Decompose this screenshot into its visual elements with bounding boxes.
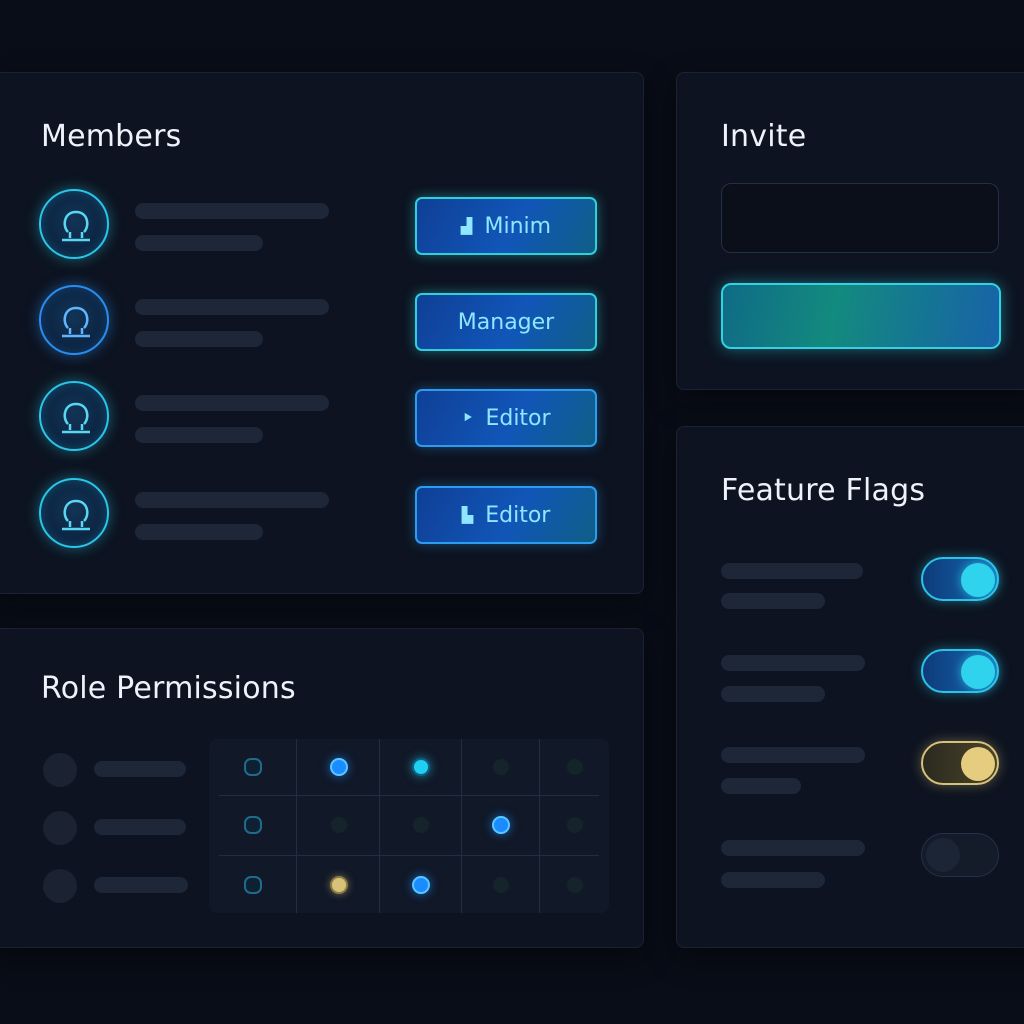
flag-toggle[interactable] bbox=[921, 741, 999, 785]
toggle-knob bbox=[961, 655, 995, 689]
invite-title: Invite bbox=[721, 119, 807, 154]
flag-desc-placeholder bbox=[721, 593, 825, 609]
permission-cell[interactable] bbox=[492, 816, 510, 834]
toggle-knob bbox=[961, 747, 995, 781]
members-title: Members bbox=[41, 119, 182, 154]
member-name-placeholder bbox=[135, 203, 329, 219]
permission-cell[interactable] bbox=[244, 758, 262, 776]
grid-divider bbox=[219, 795, 599, 796]
permission-cell[interactable] bbox=[567, 817, 583, 833]
role-avatar bbox=[43, 753, 77, 787]
lock-icon: ▟ bbox=[460, 217, 473, 235]
grid-divider bbox=[379, 739, 380, 913]
permission-cell[interactable] bbox=[331, 817, 347, 833]
member-email-placeholder bbox=[135, 427, 263, 443]
flag-name-placeholder bbox=[721, 747, 865, 763]
permission-cell[interactable] bbox=[412, 876, 430, 894]
member-row: Manager bbox=[39, 285, 599, 361]
avatar[interactable] bbox=[39, 285, 109, 355]
avatar[interactable] bbox=[39, 381, 109, 451]
role-label: Editor bbox=[485, 405, 551, 431]
permission-cell[interactable] bbox=[412, 758, 430, 776]
permissions-card: Role Permissions bbox=[0, 628, 644, 948]
permission-cell[interactable] bbox=[330, 876, 348, 894]
stamp-icon: ▙ bbox=[461, 506, 474, 524]
permission-cell[interactable] bbox=[413, 817, 429, 833]
member-name-placeholder bbox=[135, 395, 329, 411]
member-row: ▟ Minim bbox=[39, 189, 599, 265]
feature-flags-title: Feature Flags bbox=[721, 473, 926, 508]
permission-cell[interactable] bbox=[244, 816, 262, 834]
flag-toggle[interactable] bbox=[921, 557, 999, 601]
toggle-knob bbox=[961, 563, 995, 597]
feature-flags-card: Feature Flags bbox=[676, 426, 1024, 948]
role-button[interactable]: ▟ Minim bbox=[415, 197, 597, 255]
flag-desc-placeholder bbox=[721, 778, 801, 794]
member-name-placeholder bbox=[135, 492, 329, 508]
grid-divider bbox=[219, 855, 599, 856]
user-icon bbox=[62, 306, 90, 338]
permissions-title: Role Permissions bbox=[41, 671, 296, 706]
send-invite-button[interactable] bbox=[721, 283, 1001, 349]
permission-cell[interactable] bbox=[493, 759, 509, 775]
avatar[interactable] bbox=[39, 189, 109, 259]
flag-desc-placeholder bbox=[721, 872, 825, 888]
member-email-placeholder bbox=[135, 524, 263, 540]
flag-name-placeholder bbox=[721, 655, 865, 671]
invite-email-input[interactable] bbox=[721, 183, 999, 253]
role-name-placeholder bbox=[94, 877, 188, 893]
permission-cell[interactable] bbox=[567, 877, 583, 893]
role-avatar bbox=[43, 811, 77, 845]
role-button[interactable]: Manager bbox=[415, 293, 597, 351]
role-label: Editor bbox=[485, 502, 551, 528]
flag-desc-placeholder bbox=[721, 686, 825, 702]
flag-toggle[interactable] bbox=[921, 649, 999, 693]
user-icon bbox=[62, 210, 90, 242]
role-label: Manager bbox=[457, 309, 555, 335]
member-email-placeholder bbox=[135, 331, 263, 347]
role-name-placeholder bbox=[94, 761, 186, 777]
avatar[interactable] bbox=[39, 478, 109, 548]
member-row: ▙ Editor bbox=[39, 478, 599, 554]
role-avatar bbox=[43, 869, 77, 903]
member-name-placeholder bbox=[135, 299, 329, 315]
user-icon bbox=[62, 402, 90, 434]
role-button[interactable]: ⯈ Editor bbox=[415, 389, 597, 447]
member-row: ⯈ Editor bbox=[39, 381, 599, 457]
flag-name-placeholder bbox=[721, 840, 865, 856]
flag-name-placeholder bbox=[721, 563, 863, 579]
user-icon bbox=[62, 499, 90, 531]
role-button[interactable]: ▙ Editor bbox=[415, 486, 597, 544]
flag-toggle[interactable] bbox=[921, 833, 999, 877]
toggle-knob bbox=[926, 838, 960, 872]
grid-divider bbox=[461, 739, 462, 913]
role-label: Minim bbox=[484, 213, 552, 239]
permission-matrix bbox=[209, 739, 609, 913]
permission-cell[interactable] bbox=[244, 876, 262, 894]
member-email-placeholder bbox=[135, 235, 263, 251]
grid-divider bbox=[296, 739, 297, 913]
role-name-placeholder bbox=[94, 819, 186, 835]
members-card: Members ▟ Minim Manager ⯈ Editor ▙ Edito… bbox=[0, 72, 644, 594]
invite-card: Invite bbox=[676, 72, 1024, 390]
grid-divider bbox=[539, 739, 540, 913]
edit-icon: ⯈ bbox=[461, 409, 474, 427]
permission-cell[interactable] bbox=[330, 758, 348, 776]
permission-cell[interactable] bbox=[567, 759, 583, 775]
permission-cell[interactable] bbox=[493, 877, 509, 893]
